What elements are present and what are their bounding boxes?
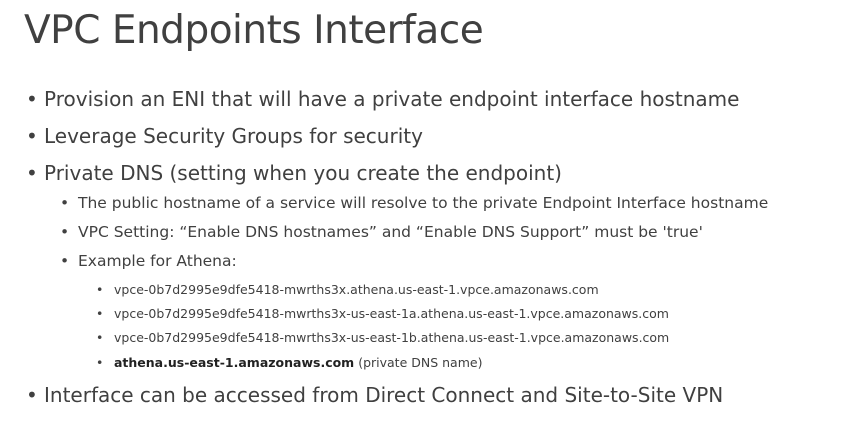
bullet-text-bold: athena.us-east-1.amazonaws.com: [114, 355, 355, 370]
bullet-dot-icon: •: [96, 330, 104, 345]
bullet-dot-icon: •: [60, 223, 70, 241]
bullet-dot-icon: •: [26, 87, 38, 111]
example-private-dns-name: • athena.us-east-1.amazonaws.com (privat…: [96, 355, 482, 370]
bullet-text: Interface can be accessed from Direct Co…: [44, 383, 724, 407]
bullet-text: Example for Athena:: [78, 252, 237, 270]
bullet-text: Provision an ENI that will have a privat…: [44, 87, 740, 111]
bullet-text: vpce-0b7d2995e9dfe5418-mwrths3x-us-east-…: [114, 330, 670, 345]
sub-bullet-example-athena: • Example for Athena:: [60, 252, 237, 270]
bullet-dot-icon: •: [26, 124, 38, 148]
bullet-direct-connect: • Interface can be accessed from Direct …: [26, 383, 723, 407]
bullet-text: vpce-0b7d2995e9dfe5418-mwrths3x.athena.u…: [114, 282, 599, 297]
sub-bullet-public-hostname: • The public hostname of a service will …: [60, 194, 768, 212]
sub-bullet-vpc-setting: • VPC Setting: “Enable DNS hostnames” an…: [60, 223, 703, 241]
bullet-provision-eni: • Provision an ENI that will have a priv…: [26, 87, 739, 111]
bullet-private-dns: • Private DNS (setting when you create t…: [26, 161, 562, 185]
bullet-text: The public hostname of a service will re…: [78, 194, 769, 212]
bullet-text: VPC Setting: “Enable DNS hostnames” and …: [78, 223, 703, 241]
slide-title: VPC Endpoints Interface: [24, 8, 484, 53]
bullet-security-groups: • Leverage Security Groups for security: [26, 124, 423, 148]
bullet-dot-icon: •: [26, 161, 38, 185]
example-hostname-3: • vpce-0b7d2995e9dfe5418-mwrths3x-us-eas…: [96, 330, 669, 345]
bullet-dot-icon: •: [60, 194, 70, 212]
bullet-text: Private DNS (setting when you create the…: [44, 161, 562, 185]
bullet-text: (private DNS name): [354, 355, 483, 370]
bullet-dot-icon: •: [96, 355, 104, 370]
bullet-dot-icon: •: [60, 252, 70, 270]
bullet-dot-icon: •: [96, 306, 104, 321]
bullet-dot-icon: •: [26, 383, 38, 407]
bullet-text: vpce-0b7d2995e9dfe5418-mwrths3x-us-east-…: [114, 306, 669, 321]
example-hostname-1: • vpce-0b7d2995e9dfe5418-mwrths3x.athena…: [96, 282, 599, 297]
bullet-dot-icon: •: [96, 282, 104, 297]
example-hostname-2: • vpce-0b7d2995e9dfe5418-mwrths3x-us-eas…: [96, 306, 669, 321]
bullet-text: Leverage Security Groups for security: [44, 124, 423, 148]
